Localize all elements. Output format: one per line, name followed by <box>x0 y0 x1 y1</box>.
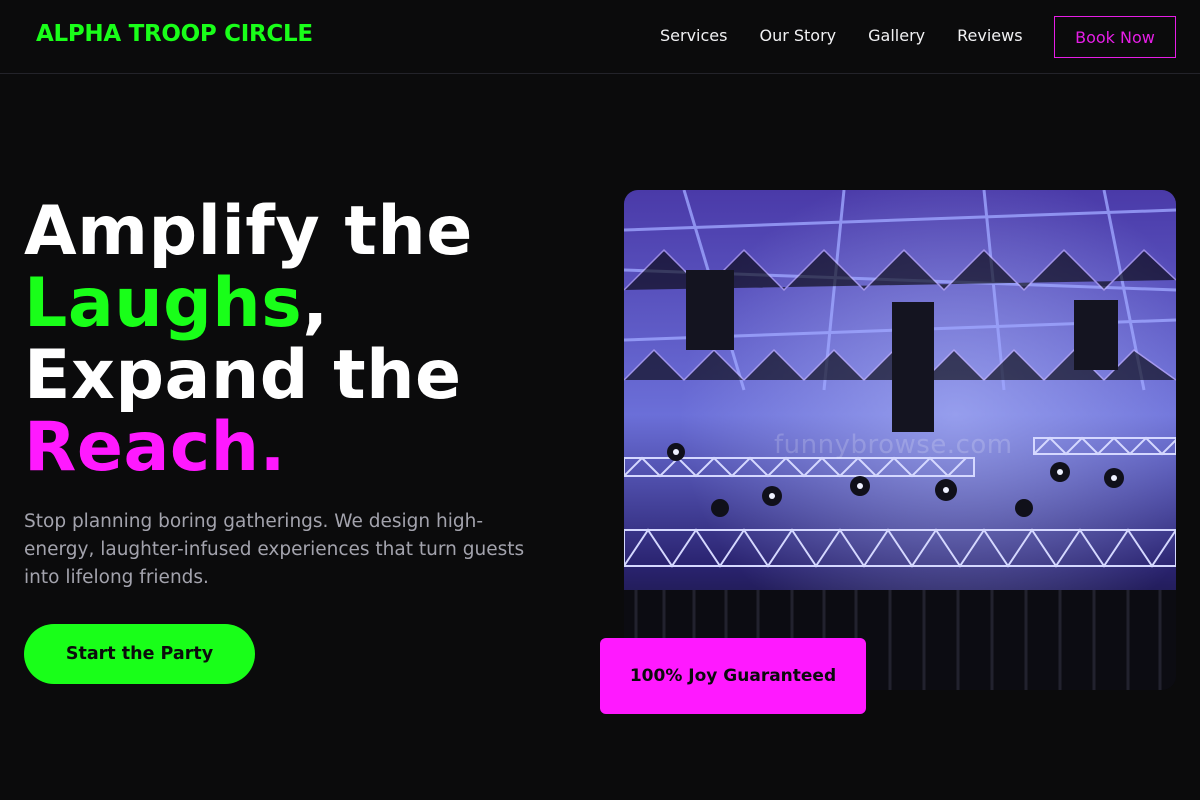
headline-line-2: Laughs, <box>24 268 584 340</box>
nav-links: Services Our Story Gallery Reviews <box>660 26 1055 45</box>
book-now-button[interactable]: Book Now <box>1054 16 1176 58</box>
nav-link-reviews[interactable]: Reviews <box>957 26 1022 45</box>
hero-stage-image: funnybrowse.com <box>624 190 1176 690</box>
start-party-button[interactable]: Start the Party <box>24 624 255 684</box>
joy-guaranteed-badge: 100% Joy Guaranteed <box>600 638 866 714</box>
image-watermark: funnybrowse.com <box>774 430 1013 460</box>
headline-comma: , <box>302 264 329 343</box>
headline-line-1: Amplify the <box>24 192 473 271</box>
brand-logo[interactable]: ALPHA TROOP CIRCLE <box>36 21 313 47</box>
hero-headline: Amplify the Laughs, Expand the Reach. <box>24 196 584 484</box>
landing-page: ALPHA TROOP CIRCLE Services Our Story Ga… <box>0 0 1200 800</box>
top-navigation: ALPHA TROOP CIRCLE Services Our Story Ga… <box>0 0 1200 74</box>
headline-highlight-reach: Reach. <box>24 408 286 487</box>
hero-subtext: Stop planning boring gatherings. We desi… <box>24 511 525 588</box>
nav-link-services[interactable]: Services <box>660 26 727 45</box>
nav-link-gallery[interactable]: Gallery <box>868 26 925 45</box>
nav-link-our-story[interactable]: Our Story <box>759 26 836 45</box>
headline-highlight-laughs: Laughs <box>24 264 303 343</box>
headline-line-3: Expand the <box>24 336 462 415</box>
